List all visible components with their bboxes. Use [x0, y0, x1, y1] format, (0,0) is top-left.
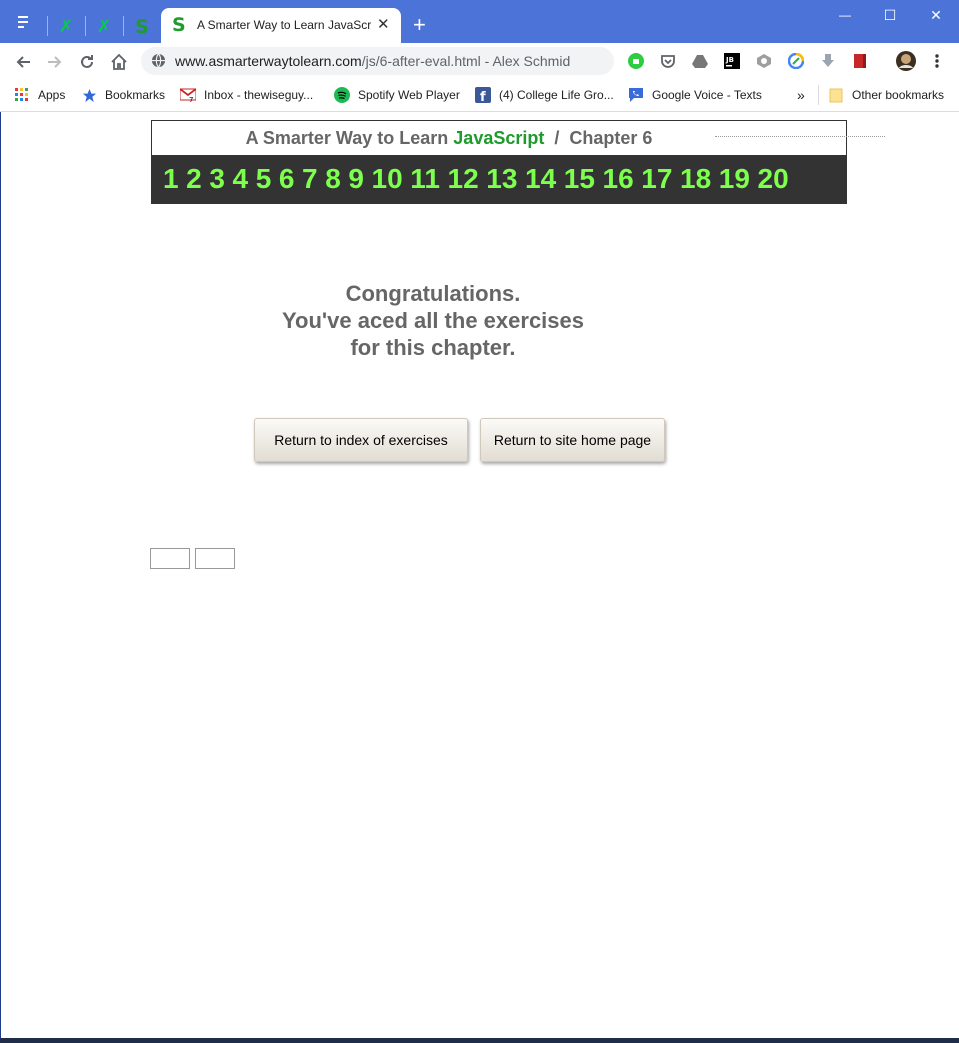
chapter-link-17[interactable]: 17 — [641, 164, 672, 194]
bookmark-label: Spotify Web Player — [358, 88, 460, 102]
chapter-link-20[interactable]: 20 — [758, 164, 789, 194]
svg-text:f: f — [480, 90, 486, 103]
jetbrains-icon[interactable]: JB — [723, 52, 741, 70]
taskbar-edge — [0, 1038, 959, 1043]
chapter-link-5[interactable]: 5 — [256, 164, 272, 194]
return-to-index-button[interactable]: Return to index of exercises — [254, 418, 468, 462]
globe-icon — [151, 53, 166, 68]
chapter-link-11[interactable]: 11 — [410, 164, 440, 194]
bookmark-spotify[interactable]: Spotify Web Player — [334, 85, 460, 105]
gmail-icon: 7 — [180, 87, 196, 103]
back-button[interactable] — [9, 48, 37, 76]
chapter-link-4[interactable]: 4 — [233, 164, 249, 194]
minimize-button[interactable]: — — [822, 4, 868, 26]
reload-icon — [81, 55, 93, 68]
bookmark-label: (4) College Life Gro... — [499, 88, 614, 102]
apps-grid-icon — [14, 87, 30, 103]
other-bookmarks-label: Other bookmarks — [852, 88, 945, 102]
folder-icon — [828, 87, 844, 103]
speed-dial-icon[interactable] — [787, 52, 805, 70]
chapter-link-10[interactable]: 10 — [372, 164, 403, 194]
spotify-icon — [334, 87, 350, 103]
congrats-message: Congratulations. You've aced all the exe… — [233, 280, 633, 361]
facebook-icon: f — [475, 87, 491, 103]
congrats-line: Congratulations. — [345, 281, 521, 306]
google-voice-icon — [628, 87, 644, 103]
chapter-nav: 1 2 3 4 5 6 7 8 9 10 11 12 13 14 15 16 17 18 19 20 — [151, 155, 847, 204]
home-icon — [111, 53, 127, 70]
page-title: A Smarter Way to Learn JavaScript / Chap… — [245, 128, 653, 148]
chapter-link-9[interactable]: 9 — [348, 164, 364, 194]
active-tab[interactable]: S A Smarter Way to Learn JavaScript ✕ — [161, 8, 401, 43]
chapter-link-2[interactable]: 2 — [186, 164, 202, 194]
pinned-tab-smarter-way[interactable]: S — [124, 10, 160, 43]
empty-box — [150, 548, 190, 569]
tab-search-icon[interactable] — [18, 16, 32, 30]
chapter-link-12[interactable]: 12 — [448, 164, 479, 194]
maximize-button[interactable]: ☐ — [867, 4, 913, 26]
hexagon-extension-icon[interactable] — [755, 52, 773, 70]
bookmark-label: Inbox - thewiseguy... — [204, 88, 314, 102]
pinned-tab-deviantart-1[interactable]: ✗ — [48, 10, 84, 43]
chapter-link-16[interactable]: 16 — [603, 164, 634, 194]
home-button[interactable] — [105, 48, 133, 76]
forward-arrow-icon — [48, 56, 62, 68]
forward-button[interactable] — [41, 48, 69, 76]
chapter-link-18[interactable]: 18 — [680, 164, 711, 194]
bookmark-bookmarks[interactable]: Bookmarks — [81, 85, 165, 105]
other-bookmarks[interactable]: Other bookmarks — [828, 85, 944, 105]
drive-icon[interactable] — [691, 52, 709, 70]
profile-avatar[interactable] — [895, 50, 917, 72]
bookmark-facebook[interactable]: f (4) College Life Gro... — [475, 85, 614, 105]
deviantart-icon: ✗ — [58, 16, 74, 37]
address-bar[interactable]: www.asmarterwaytolearn.com/js/6-after-ev… — [141, 47, 614, 75]
bookmarks-overflow-button[interactable]: » — [797, 85, 805, 105]
bookmark-google-voice[interactable]: Google Voice - Texts — [628, 85, 762, 105]
download-icon[interactable] — [819, 52, 837, 70]
bookmark-gmail[interactable]: 7 Inbox - thewiseguy... — [180, 85, 313, 105]
browser-toolbar: www.asmarterwaytolearn.com/js/6-after-ev… — [0, 43, 959, 79]
chapter-link-1[interactable]: 1 — [163, 164, 179, 194]
chapter-link-3[interactable]: 3 — [209, 164, 225, 194]
back-arrow-icon — [16, 56, 30, 68]
bookmark-apps[interactable]: Apps — [14, 85, 65, 105]
bookmarks-divider — [818, 85, 819, 105]
bookmarks-bar: Apps Bookmarks 7 Inbox - thewiseguy... S… — [0, 79, 959, 112]
new-tab-button[interactable]: + — [413, 12, 426, 38]
chapter-link-15[interactable]: 15 — [564, 164, 595, 194]
pinned-tab-deviantart-2[interactable]: ✗ — [86, 10, 122, 43]
svg-text:JB: JB — [725, 56, 734, 64]
extension-thumb-icon[interactable] — [627, 52, 645, 70]
page-content: A Smarter Way to Learn JavaScript / Chap… — [0, 112, 959, 1038]
dotted-rule — [715, 136, 885, 137]
bookmark-label: Google Voice - Texts — [652, 88, 762, 102]
kebab-menu-icon[interactable] — [928, 52, 946, 70]
smarter-way-s-icon: S — [135, 15, 149, 38]
browser-titlebar: ✗ ✗ S S A Smarter Way to Learn JavaScrip… — [0, 0, 959, 43]
return-to-home-button[interactable]: Return to site home page — [480, 418, 665, 462]
svg-text:7: 7 — [189, 96, 193, 102]
url-text: www.asmarterwaytolearn.com/js/6-after-ev… — [175, 53, 571, 69]
chapter-link-6[interactable]: 6 — [279, 164, 295, 194]
bookmark-label: Bookmarks — [105, 88, 166, 102]
site-header: A Smarter Way to Learn JavaScript / Chap… — [151, 120, 847, 156]
chapter-link-8[interactable]: 8 — [325, 164, 341, 194]
congrats-line: for this chapter. — [350, 335, 516, 360]
tab-close-icon[interactable]: ✕ — [377, 15, 390, 33]
chapter-link-14[interactable]: 14 — [525, 164, 556, 194]
star-icon — [81, 87, 97, 103]
tab-title: A Smarter Way to Learn JavaScript — [197, 18, 372, 32]
close-window-button[interactable]: ✕ — [913, 4, 959, 26]
red-book-icon[interactable] — [851, 52, 869, 70]
empty-box — [195, 548, 235, 569]
bookmark-label: Apps — [38, 88, 66, 102]
congrats-line: You've aced all the exercises — [282, 308, 584, 333]
chapter-link-7[interactable]: 7 — [302, 164, 318, 194]
smarter-way-s-icon: S — [172, 14, 186, 36]
reload-button[interactable] — [73, 48, 101, 76]
chapter-link-13[interactable]: 13 — [486, 164, 517, 194]
deviantart-icon: ✗ — [96, 16, 112, 37]
chapter-link-19[interactable]: 19 — [719, 164, 750, 194]
pocket-icon[interactable] — [659, 52, 677, 70]
